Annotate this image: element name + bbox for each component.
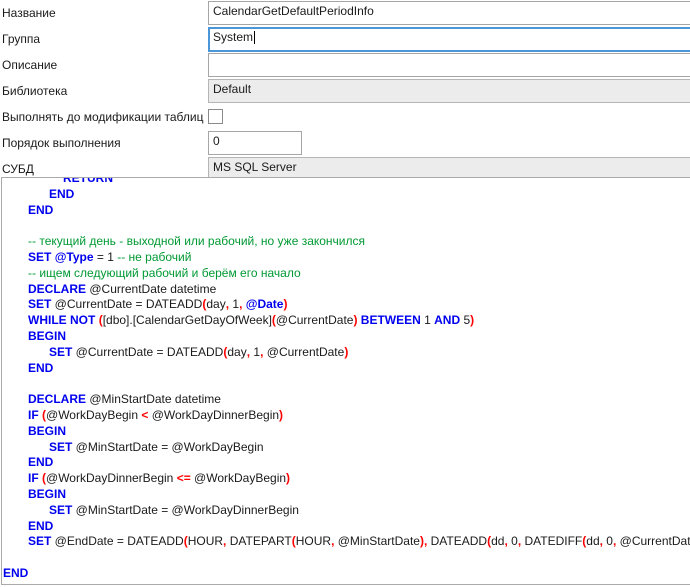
code-line: END bbox=[2, 455, 690, 471]
run-before-modification-label: Выполнять до модификации таблиц bbox=[2, 110, 203, 124]
code-line: -- ищем следующий рабочий и берём его на… bbox=[2, 266, 690, 282]
code-line: SET @MinStartDate = @WorkDayBegin bbox=[2, 440, 690, 456]
code-line: END bbox=[2, 203, 690, 219]
library-field: Default bbox=[208, 79, 690, 103]
code-line bbox=[2, 218, 690, 234]
code-line: IF (@WorkDayBegin < @WorkDayDinnerBegin) bbox=[2, 408, 690, 424]
group-field-value: System bbox=[213, 30, 253, 44]
description-field-label: Описание bbox=[2, 58, 57, 72]
code-line: END bbox=[2, 187, 690, 203]
form-row-group: Группа System bbox=[0, 26, 690, 52]
description-field[interactable] bbox=[208, 53, 690, 77]
code-line: BEGIN bbox=[2, 487, 690, 503]
code-line: SET @Type = 1 -- не рабочий bbox=[2, 250, 690, 266]
library-field-label: Библиотека bbox=[2, 84, 67, 98]
code-line bbox=[2, 550, 690, 566]
form-row-library: Библиотека Default bbox=[0, 78, 690, 104]
group-field-label: Группа bbox=[2, 32, 40, 46]
code-line: SET @CurrentDate = DATEADD(day, 1, @Curr… bbox=[2, 345, 690, 361]
code-line bbox=[2, 376, 690, 392]
code-line: DECLARE @MinStartDate datetime bbox=[2, 392, 690, 408]
form-row-name: Название CalendarGetDefaultPeriodInfo bbox=[0, 0, 690, 26]
code-line: END bbox=[2, 361, 690, 377]
code-line: SET @EndDate = DATEADD(HOUR, DATEPART(HO… bbox=[2, 534, 690, 550]
code-line: RETURN bbox=[2, 177, 690, 187]
run-before-modification-checkbox[interactable] bbox=[208, 109, 223, 124]
sql-code-editor[interactable]: RETURNENDEND -- текущий день - выходной … bbox=[1, 177, 690, 585]
code-line: BEGIN bbox=[2, 329, 690, 345]
execution-order-label: Порядок выполнения bbox=[2, 136, 121, 150]
group-field[interactable]: System bbox=[208, 27, 690, 52]
code-line: END bbox=[2, 566, 690, 582]
execution-order-field[interactable]: 0 bbox=[208, 131, 302, 155]
code-line: SET @MinStartDate = @WorkDayDinnerBegin bbox=[2, 503, 690, 519]
code-line: WHILE NOT ([dbo].[CalendarGetDayOfWeek](… bbox=[2, 313, 690, 329]
code-line: DECLARE @CurrentDate datetime bbox=[2, 282, 690, 298]
code-line: BEGIN bbox=[2, 424, 690, 440]
name-field[interactable]: CalendarGetDefaultPeriodInfo bbox=[208, 1, 690, 25]
dbms-field-label: СУБД bbox=[2, 162, 34, 176]
text-caret bbox=[254, 31, 255, 44]
code-line: SET @CurrentDate = DATEADD(day, 1, @Date… bbox=[2, 297, 690, 313]
form-row-execution-order: Порядок выполнения 0 bbox=[0, 130, 690, 156]
form-row-description: Описание bbox=[0, 52, 690, 78]
code-line: -- текущий день - выходной или рабочий, … bbox=[2, 234, 690, 250]
name-field-label: Название bbox=[2, 6, 56, 20]
sql-code-content: RETURNENDEND -- текущий день - выходной … bbox=[2, 177, 690, 582]
form-row-run-before-modification: Выполнять до модификации таблиц bbox=[0, 104, 690, 130]
code-line: END bbox=[2, 519, 690, 535]
code-line: IF (@WorkDayDinnerBegin <= @WorkDayBegin… bbox=[2, 471, 690, 487]
